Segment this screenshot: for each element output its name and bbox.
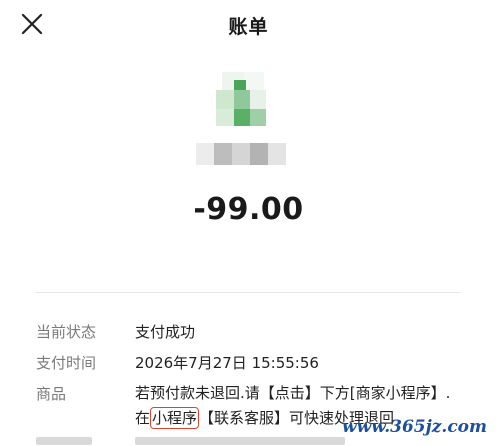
status-value: 支付成功 bbox=[135, 323, 196, 341]
top-bar: 账单 bbox=[0, 0, 497, 50]
goods-label: 商品 bbox=[36, 385, 67, 403]
merchant-logo bbox=[212, 72, 270, 130]
divider bbox=[36, 292, 461, 293]
status-label: 当前状态 bbox=[36, 323, 97, 341]
merchant-name-obscured bbox=[196, 143, 292, 165]
site-watermark: www.365jz.com bbox=[342, 417, 487, 437]
bill-amount: -99.00 bbox=[193, 192, 304, 227]
payment-time-value: 2026年7月27日 15:55:56 bbox=[135, 354, 319, 372]
page-title: 账单 bbox=[228, 16, 269, 38]
payment-time-label: 支付时间 bbox=[36, 354, 97, 372]
mini-program-highlight: 小程序 bbox=[150, 407, 200, 429]
